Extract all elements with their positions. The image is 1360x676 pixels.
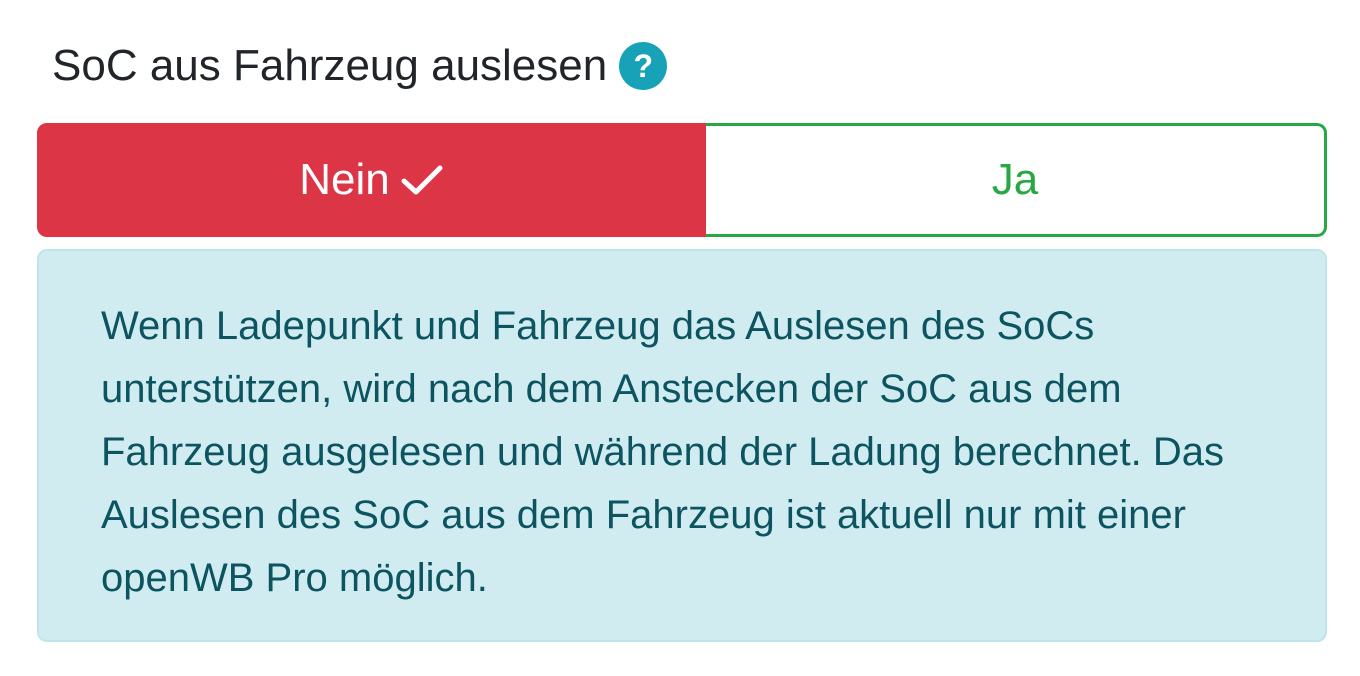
info-alert: Wenn Ladepunkt und Fahrzeug das Auslesen… <box>37 249 1327 642</box>
ja-button[interactable]: Ja <box>706 123 1327 237</box>
soc-setting-panel: SoC aus Fahrzeug auslesen ? Nein Ja Wenn… <box>0 0 1360 676</box>
nein-label: Nein <box>299 155 390 204</box>
setting-header: SoC aus Fahrzeug auslesen ? <box>52 36 668 96</box>
setting-title: SoC aus Fahrzeug auslesen <box>52 41 608 90</box>
check-icon <box>401 165 443 195</box>
info-text: Wenn Ladepunkt und Fahrzeug das Auslesen… <box>101 304 1225 600</box>
soc-toggle-group: Nein Ja <box>37 123 1327 237</box>
nein-button[interactable]: Nein <box>37 123 706 237</box>
question-circle-icon[interactable]: ? <box>619 42 668 90</box>
ja-label: Ja <box>991 155 1039 204</box>
